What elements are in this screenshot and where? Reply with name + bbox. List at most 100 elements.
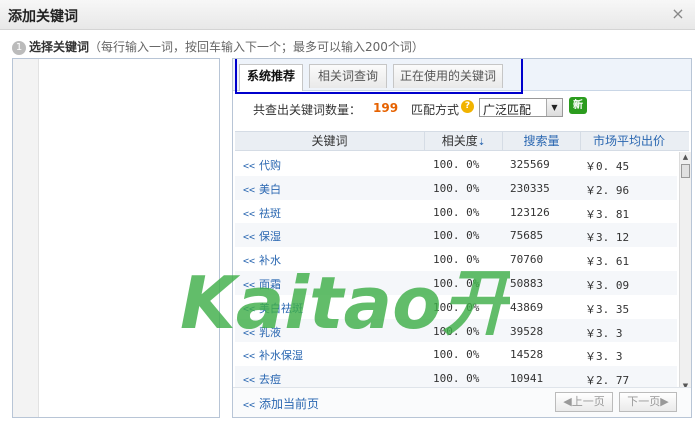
relevance-cell: 100. 0% <box>433 229 480 243</box>
add-arrow-icon: << <box>243 375 256 387</box>
table-row: << 祛斑 100. 0% 123126 ￥3. 81 <box>235 200 677 224</box>
price-cell: ￥3. 3 <box>585 326 623 340</box>
add-arrow-icon: << <box>243 400 256 411</box>
table-row: << 补水保湿 100. 0% 14528 ￥3. 3 <box>235 342 677 366</box>
add-keyword-link[interactable]: << 补水 <box>243 252 281 268</box>
keyword-text: 补水保湿 <box>259 349 304 363</box>
relevance-header-label: 相关度 <box>441 134 478 148</box>
prev-page-button[interactable]: ◀上一页 <box>555 392 613 412</box>
price-cell: ￥2. 77 <box>585 374 630 388</box>
relevance-cell: 100. 0% <box>433 300 480 314</box>
price-cell: ￥2. 96 <box>585 183 630 197</box>
column-header-avg-bid[interactable]: 市场平均出价 <box>581 132 677 151</box>
add-arrow-icon: << <box>243 280 256 291</box>
step-header: 1 选择关键词（每行输入一词，按回车输入下一个；最多可以输入200个词） <box>12 38 424 55</box>
table-header: 关键词 相关度⇣ 搜索量 市场平均出价 <box>235 131 689 151</box>
volume-cell: 230335 <box>510 181 550 195</box>
keyword-text: 面霜 <box>259 278 282 291</box>
table-row: << 乳液 100. 0% 39528 ￥3. 3 <box>235 318 677 343</box>
tabs-highlight-box <box>235 59 523 94</box>
volume-cell: 39528 <box>510 324 544 338</box>
relevance-cell: 100. 0% <box>433 253 480 267</box>
keyword-text: 美白 <box>259 182 282 196</box>
match-type-select[interactable]: 广泛匹配 ▼ <box>479 98 563 117</box>
add-current-page-link[interactable]: << 添加当前页 <box>243 395 319 412</box>
add-arrow-icon: << <box>243 327 256 339</box>
add-current-page-label: 添加当前页 <box>259 397 320 411</box>
column-header-keyword: 关键词 <box>235 132 425 151</box>
volume-cell: 123126 <box>510 205 550 219</box>
price-cell: ￥3. 12 <box>585 231 630 245</box>
dialog-titlebar: 添加关键词 × <box>0 0 695 30</box>
step-hint: （每行输入一词，按回车输入下一个；最多可以输入200个词） <box>89 40 424 54</box>
add-arrow-icon: << <box>243 184 256 196</box>
relevance-cell: 100. 0% <box>433 205 480 219</box>
keyword-text: 补水 <box>259 254 282 268</box>
step-number-badge: 1 <box>12 40 26 55</box>
keyword-count: 199 <box>373 101 399 115</box>
relevance-cell: 100. 0% <box>433 181 480 195</box>
add-keyword-link[interactable]: << 祛斑 <box>243 205 281 221</box>
tab-bar: 系统推荐 相关词查询 正在使用的关键词 <box>233 59 691 94</box>
help-icon[interactable]: ? <box>461 100 474 113</box>
result-summary: 共查出关键词数量： 199 匹配方式 ? 广泛匹配 ▼ 新 <box>233 95 691 121</box>
relevance-cell: 100. 0% <box>433 324 480 338</box>
relevance-cell: 100. 0% <box>433 158 480 171</box>
table-row: << 代购 100. 0% 325569 ￥0. 45 <box>235 152 677 176</box>
volume-cell: 10941 <box>510 372 544 386</box>
keyword-text: 乳液 <box>259 325 282 339</box>
add-keyword-link[interactable]: << 美白祛斑 <box>243 300 303 316</box>
column-header-volume[interactable]: 搜索量 <box>503 132 581 151</box>
add-keyword-link[interactable]: << 乳液 <box>243 324 281 340</box>
add-keyword-link[interactable]: << 代购 <box>243 157 281 173</box>
add-arrow-icon: << <box>243 351 256 363</box>
keyword-text: 代购 <box>259 159 282 172</box>
sort-arrow-icon: ⇣ <box>477 138 486 148</box>
keyword-suggestion-panel: 系统推荐 相关词查询 正在使用的关键词 共查出关键词数量： 199 匹配方式 ?… <box>232 58 692 418</box>
add-keyword-link[interactable]: << 补水保湿 <box>243 347 303 363</box>
add-arrow-icon: << <box>243 208 256 220</box>
column-header-relevance[interactable]: 相关度⇣ <box>425 132 503 151</box>
table-scrollbar[interactable]: ▲ ▼ <box>679 152 691 392</box>
add-arrow-icon: << <box>243 303 256 315</box>
table-row: << 补水 100. 0% 70760 ￥3. 61 <box>235 247 677 271</box>
price-cell: ￥3. 81 <box>585 207 630 221</box>
add-keyword-link[interactable]: << 去痘 <box>243 371 281 387</box>
keyword-text: 美白祛斑 <box>259 301 304 315</box>
add-arrow-icon: << <box>243 256 256 268</box>
add-keyword-link[interactable]: << 保湿 <box>243 228 281 244</box>
next-page-button[interactable]: 下一页▶ <box>619 392 677 412</box>
table-footer: << 添加当前页 ◀上一页 下一页▶ <box>233 387 691 417</box>
chevron-down-icon[interactable]: ▼ <box>546 99 562 116</box>
volume-cell: 43869 <box>510 300 544 314</box>
relevance-cell: 100. 0% <box>433 372 480 386</box>
add-keyword-link[interactable]: << 面霜 <box>243 276 281 292</box>
volume-cell: 325569 <box>510 158 550 171</box>
match-type-label: 匹配方式 <box>411 103 460 117</box>
new-badge-icon: 新 <box>569 97 587 114</box>
dialog-title: 添加关键词 <box>8 9 78 25</box>
volume-cell: 70760 <box>510 253 544 267</box>
price-cell: ￥3. 09 <box>585 279 630 292</box>
price-cell: ￥3. 61 <box>585 255 630 269</box>
scroll-up-icon[interactable]: ▲ <box>680 152 691 163</box>
keyword-text: 祛斑 <box>259 206 282 220</box>
keyword-input-textarea[interactable] <box>12 58 220 418</box>
add-arrow-icon: << <box>243 161 256 172</box>
keyword-table-body: << 代购 100. 0% 325569 ￥0. 45 << 美白 100. 0% … <box>235 152 689 392</box>
add-arrow-icon: << <box>243 232 256 244</box>
scroll-thumb[interactable] <box>681 164 690 178</box>
price-cell: ￥3. 35 <box>585 302 630 316</box>
keyword-text: 去痘 <box>259 373 282 387</box>
relevance-cell: 100. 0% <box>433 277 480 290</box>
match-type-value: 广泛匹配 <box>483 103 532 117</box>
table-row: << 面霜 100. 0% 50883 ￥3. 09 <box>235 271 677 295</box>
table-row: << 美白 100. 0% 230335 ￥2. 96 <box>235 175 677 200</box>
line-number-gutter <box>13 59 39 417</box>
add-keyword-link[interactable]: << 美白 <box>243 181 281 197</box>
volume-cell: 14528 <box>510 348 544 362</box>
table-row: << 美白祛斑 100. 0% 43869 ￥3. 35 <box>235 295 677 319</box>
close-icon[interactable]: × <box>669 5 687 23</box>
count-label: 共查出关键词数量： <box>253 103 362 117</box>
price-cell: ￥3. 3 <box>585 350 623 364</box>
